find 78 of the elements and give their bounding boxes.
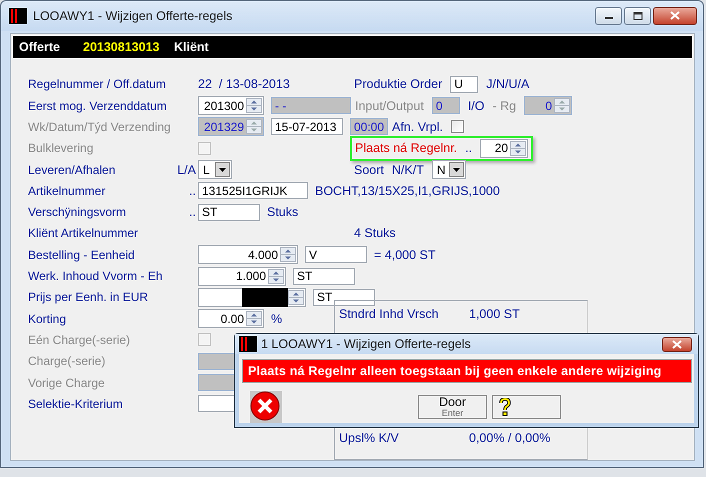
error-icon [250, 391, 282, 423]
value-text: .. [465, 141, 472, 156]
field-label: Leveren/Afhalen [28, 162, 116, 177]
totals-value: 1,000 ST [469, 307, 520, 321]
totals-label: Upsl% K/V [339, 431, 400, 445]
field-label: Afn. Vrpl. [392, 120, 443, 134]
field-label: Vorige Charge [28, 376, 106, 390]
header-label: Kliënt [174, 40, 209, 54]
window-title: LOOAWY1 - Wijzigen Offerte-regels [33, 8, 234, 23]
field-label: Selektie-Kriterium [28, 396, 124, 411]
value-text: 4 Stuks [354, 226, 396, 240]
spin-field[interactable]: 201300 [198, 96, 264, 116]
input-field[interactable]: 131525I1GRIJK [198, 182, 308, 200]
spin-arrows-icon[interactable] [288, 290, 304, 305]
value-text: BOCHT,13/15X25,I1,GRIJS,1000 [315, 184, 500, 198]
spin-field[interactable]: 4.000 [198, 245, 298, 264]
spin-field[interactable] [198, 288, 306, 307]
value-text: % [271, 312, 282, 326]
close-icon [672, 340, 682, 348]
field-label: Soort [354, 162, 384, 177]
totals-value: 0,00% / 0,00% [469, 431, 550, 445]
field-label: Prijs per Eenh. in EUR [28, 290, 150, 304]
spin-arrows-icon[interactable] [280, 247, 296, 262]
question-mark-icon [499, 398, 511, 416]
field-label: Bulklevering [28, 141, 94, 156]
minimize-button[interactable] [595, 6, 622, 25]
close-button[interactable] [653, 6, 697, 25]
value-text: / 13-08-2013 [218, 77, 290, 92]
field-label: Kliënt Artikelnummer [28, 226, 140, 240]
dropdown[interactable]: N [432, 160, 466, 180]
maximize-button[interactable] [624, 6, 651, 25]
input-field[interactable]: U [450, 76, 478, 93]
dialog-title: 1 LOOAWY1 - Wijzigen Offerte-regels [261, 337, 472, 351]
spin-field[interactable]: 1.000 [198, 266, 286, 286]
input-field[interactable]: V [305, 246, 367, 264]
help-button[interactable] [492, 395, 561, 419]
app-logo-icon [9, 8, 27, 24]
field-label: Produktie Order [354, 77, 442, 92]
spin-field[interactable]: 0.00 [198, 309, 264, 328]
value-text: = 4,000 ST [374, 248, 436, 262]
input-field[interactable]: ST [198, 204, 260, 221]
field-label: - Rg [492, 98, 516, 113]
header-label: Offerte [18, 40, 61, 54]
value-text: 22 [198, 77, 212, 92]
close-icon [670, 11, 680, 20]
hint-text: .. [189, 184, 196, 198]
field-label: Wk/Datum/Týd Verzending [28, 120, 172, 134]
spin-arrows-icon[interactable] [246, 311, 262, 326]
value-text: I/O [468, 98, 484, 113]
value-text: Stuks [267, 205, 298, 220]
field-label: Verschÿningsvorm [28, 205, 128, 220]
quote-number: 20130813013 [83, 40, 160, 54]
input-field[interactable]: ST [313, 288, 375, 306]
spin-arrows-icon[interactable] [246, 98, 262, 114]
app-logo-icon [239, 336, 257, 352]
hint-text: L/A [177, 162, 196, 177]
continue-button[interactable]: Door Enter [418, 395, 487, 419]
field-label: Artikelnummer [28, 184, 106, 198]
hint-text: .. [189, 205, 196, 220]
field-label: Werk. Inhoud Vvorm - Eh [28, 269, 164, 284]
field-label: Plaats ná Regelnr. [355, 141, 458, 156]
error-message: Plaats ná Regelnr alleen toegstaan bij geen enkele andere wijziging [242, 359, 692, 383]
field-label: Eerst mog. Verzenddatum [28, 98, 168, 113]
field-label: Charge(-serie) [28, 354, 106, 368]
redaction-block [242, 288, 288, 307]
input-field[interactable]: ST [293, 268, 355, 285]
close-button[interactable] [662, 336, 692, 352]
field-label: Input/Output [355, 98, 424, 113]
field-label: Korting [28, 312, 68, 326]
field-label: Bestelling - Eenheid [28, 248, 136, 262]
value-text: N/K/T [392, 162, 424, 177]
field-label: Eén Charge(-serie) [28, 332, 132, 347]
maximize-icon [632, 12, 642, 20]
spin-arrows-icon[interactable] [268, 268, 284, 284]
dropdown[interactable]: L [198, 160, 232, 180]
totals-label: Stndrd Inhd Vrsch [339, 307, 440, 321]
value-text: J/N/U/A [486, 77, 530, 92]
field-label: Regelnummer / Off.datum [28, 77, 167, 92]
